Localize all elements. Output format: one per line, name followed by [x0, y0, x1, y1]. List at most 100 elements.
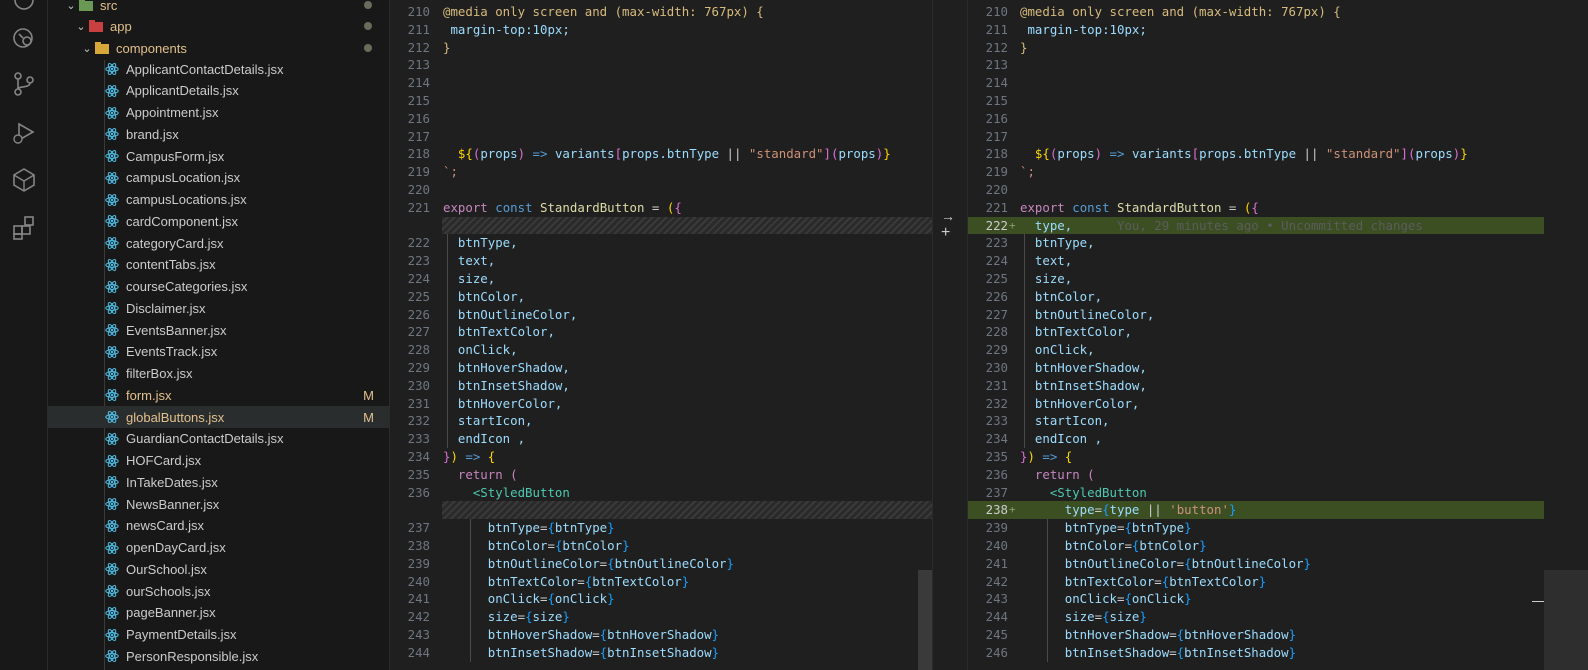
file-item[interactable]: ApplicantDetails.jsx [48, 80, 389, 102]
file-item[interactable]: brand.jsx [48, 123, 389, 145]
code-line[interactable]: 218 ${(props) => variants[props.btnType … [390, 145, 932, 163]
explorer-icon[interactable] [10, 0, 38, 14]
code-line[interactable]: 212} [968, 39, 1544, 57]
code-line[interactable]: 231 btnHoverColor, [390, 395, 932, 413]
code-line[interactable]: 226 btnOutlineColor, [390, 306, 932, 324]
file-item[interactable]: PersonResponsible.jsx [48, 645, 389, 667]
code-line[interactable]: 213 [390, 56, 932, 74]
folder-components[interactable]: ⌄ components [48, 37, 389, 59]
revert-arrow-icon[interactable]: → [941, 208, 955, 224]
diff-original-pane[interactable]: 210 @media only screen and (max-width: 76… [390, 0, 932, 670]
code-line[interactable]: 227 btnOutlineColor, [968, 306, 1544, 324]
code-line[interactable]: 226 btnColor, [968, 288, 1544, 306]
code-line[interactable]: 219 `; [968, 163, 1544, 181]
code-line[interactable]: 239 btnOutlineColor={btnOutlineColor} [390, 555, 932, 573]
code-line[interactable]: 217 [390, 128, 932, 146]
file-item[interactable]: openDayCard.jsx [48, 537, 389, 559]
code-line[interactable]: 244 size={size} [968, 608, 1544, 626]
file-item[interactable]: contentTabs.jsx [48, 254, 389, 276]
code-line[interactable]: 215 [390, 92, 932, 110]
file-item[interactable]: courseCategories.jsx [48, 276, 389, 298]
code-line[interactable]: 221 export const StandardButton = ({ [968, 199, 1544, 217]
code-line[interactable]: 210 @media only screen and (max-width: 76… [968, 3, 1544, 21]
file-item[interactable]: pageBanner.jsx [48, 602, 389, 624]
code-line[interactable]: 230 btnHoverShadow, [968, 359, 1544, 377]
file-item[interactable]: Appointment.jsx [48, 102, 389, 124]
file-item[interactable]: EventsBanner.jsx [48, 319, 389, 341]
code-line[interactable]: 234}) => { [390, 448, 932, 466]
code-line[interactable]: 236 <StyledButton [390, 484, 932, 502]
code-line[interactable]: 235}) => { [968, 448, 1544, 466]
code-line[interactable]: 225 btnColor, [390, 288, 932, 306]
code-line[interactable]: 232 startIcon, [390, 412, 932, 430]
code-line[interactable]: 214 [390, 74, 932, 92]
code-line[interactable]: 215 [968, 92, 1544, 110]
code-line[interactable]: 241 onClick={onClick} [390, 590, 932, 608]
code-line[interactable]: 228 onClick, [390, 341, 932, 359]
code-line[interactable]: 243 btnHoverShadow={btnHoverShadow} [390, 626, 932, 644]
diff-modified-pane[interactable]: 210 @media only screen and (max-width: 76… [968, 0, 1544, 670]
code-line[interactable]: 241 btnOutlineColor={btnOutlineColor} [968, 555, 1544, 573]
code-line[interactable]: 223 text, [390, 252, 932, 270]
run-debug-icon[interactable] [10, 118, 38, 146]
file-item[interactable]: InTakeDates.jsx [48, 471, 389, 493]
code-line[interactable]: 229 btnHoverShadow, [390, 359, 932, 377]
code-line[interactable]: 211 margin-top:10px; [968, 21, 1544, 39]
code-line[interactable]: 242 btnTextColor={btnTextColor} [968, 573, 1544, 591]
file-item[interactable]: HOFCard.jsx [48, 450, 389, 472]
code-line[interactable]: 218 ${(props) => variants[props.btnType … [968, 145, 1544, 163]
code-line[interactable]: 244 btnInsetShadow={btnInsetShadow} [390, 644, 932, 662]
extensions-icon[interactable] [10, 214, 38, 242]
file-item[interactable]: ApplicantContactDetails.jsx [48, 58, 389, 80]
remote-explorer-icon[interactable] [10, 24, 38, 52]
code-line[interactable]: 245 btnHoverShadow={btnHoverShadow} [968, 626, 1544, 644]
code-line[interactable]: 230 btnInsetShadow, [390, 377, 932, 395]
code-line[interactable]: 224 size, [390, 270, 932, 288]
code-line[interactable]: 240 btnColor={btnColor} [968, 537, 1544, 555]
added-code-line[interactable]: 238 + type={type || 'button'} [968, 501, 1544, 520]
file-item[interactable]: PaymentDetails.jsx [48, 624, 389, 646]
scrollbar-thumb-right[interactable] [1544, 570, 1588, 670]
code-line[interactable]: 221 export const StandardButton = ({ [390, 199, 932, 217]
file-item[interactable]: categoryCard.jsx [48, 232, 389, 254]
code-line[interactable]: 210 @media only screen and (max-width: 76… [390, 3, 932, 21]
code-line[interactable]: 220 [968, 181, 1544, 199]
file-item[interactable]: newsCard.jsx [48, 515, 389, 537]
folder-app[interactable]: ⌄ app [48, 15, 389, 37]
code-line[interactable]: 235 return ( [390, 466, 932, 484]
file-item[interactable]: filterBox.jsx [48, 363, 389, 385]
file-item[interactable]: form.jsx M [48, 384, 389, 406]
folder-src[interactable]: ⌄ src [48, 0, 389, 16]
code-line[interactable]: 237 btnType={btnType} [390, 519, 932, 537]
code-line[interactable]: 227 btnTextColor, [390, 323, 932, 341]
file-item[interactable]: campusLocation.jsx [48, 167, 389, 189]
code-line[interactable]: 237 <StyledButton [968, 484, 1544, 502]
code-line[interactable]: 242 size={size} [390, 608, 932, 626]
code-line[interactable]: 233 startIcon, [968, 412, 1544, 430]
file-item[interactable]: Disclaimer.jsx [48, 297, 389, 319]
scrollbar-thumb-left[interactable] [918, 570, 932, 670]
code-line[interactable]: 238 btnColor={btnColor} [390, 537, 932, 555]
added-code-line[interactable]: 222 + type, You, 29 minutes ago • Uncommi… [968, 216, 1544, 235]
code-line[interactable]: 219 `; [390, 163, 932, 181]
code-line[interactable]: 216 [390, 110, 932, 128]
code-line[interactable]: 225 size, [968, 270, 1544, 288]
file-item[interactable]: CampusForm.jsx [48, 145, 389, 167]
code-line[interactable]: 231 btnInsetShadow, [968, 377, 1544, 395]
code-line[interactable]: 229 onClick, [968, 341, 1544, 359]
docker-icon[interactable] [10, 166, 38, 194]
file-item[interactable]: ourSchools.jsx [48, 580, 389, 602]
source-control-icon[interactable] [10, 70, 38, 98]
file-item[interactable]: campusLocations.jsx [48, 189, 389, 211]
code-line[interactable]: 217 [968, 128, 1544, 146]
file-item[interactable]: EventsTrack.jsx [48, 341, 389, 363]
code-line[interactable]: 212} [390, 39, 932, 57]
stage-plus-icon[interactable]: + [941, 224, 950, 242]
code-line[interactable]: 213 [968, 56, 1544, 74]
code-line[interactable]: 239 btnType={btnType} [968, 519, 1544, 537]
file-item[interactable]: GuardianContactDetails.jsx [48, 428, 389, 450]
code-line[interactable]: 214 [968, 74, 1544, 92]
code-line[interactable]: 232 btnHoverColor, [968, 395, 1544, 413]
code-line[interactable]: 240 btnTextColor={btnTextColor} [390, 573, 932, 591]
file-item[interactable]: cardComponent.jsx [48, 210, 389, 232]
